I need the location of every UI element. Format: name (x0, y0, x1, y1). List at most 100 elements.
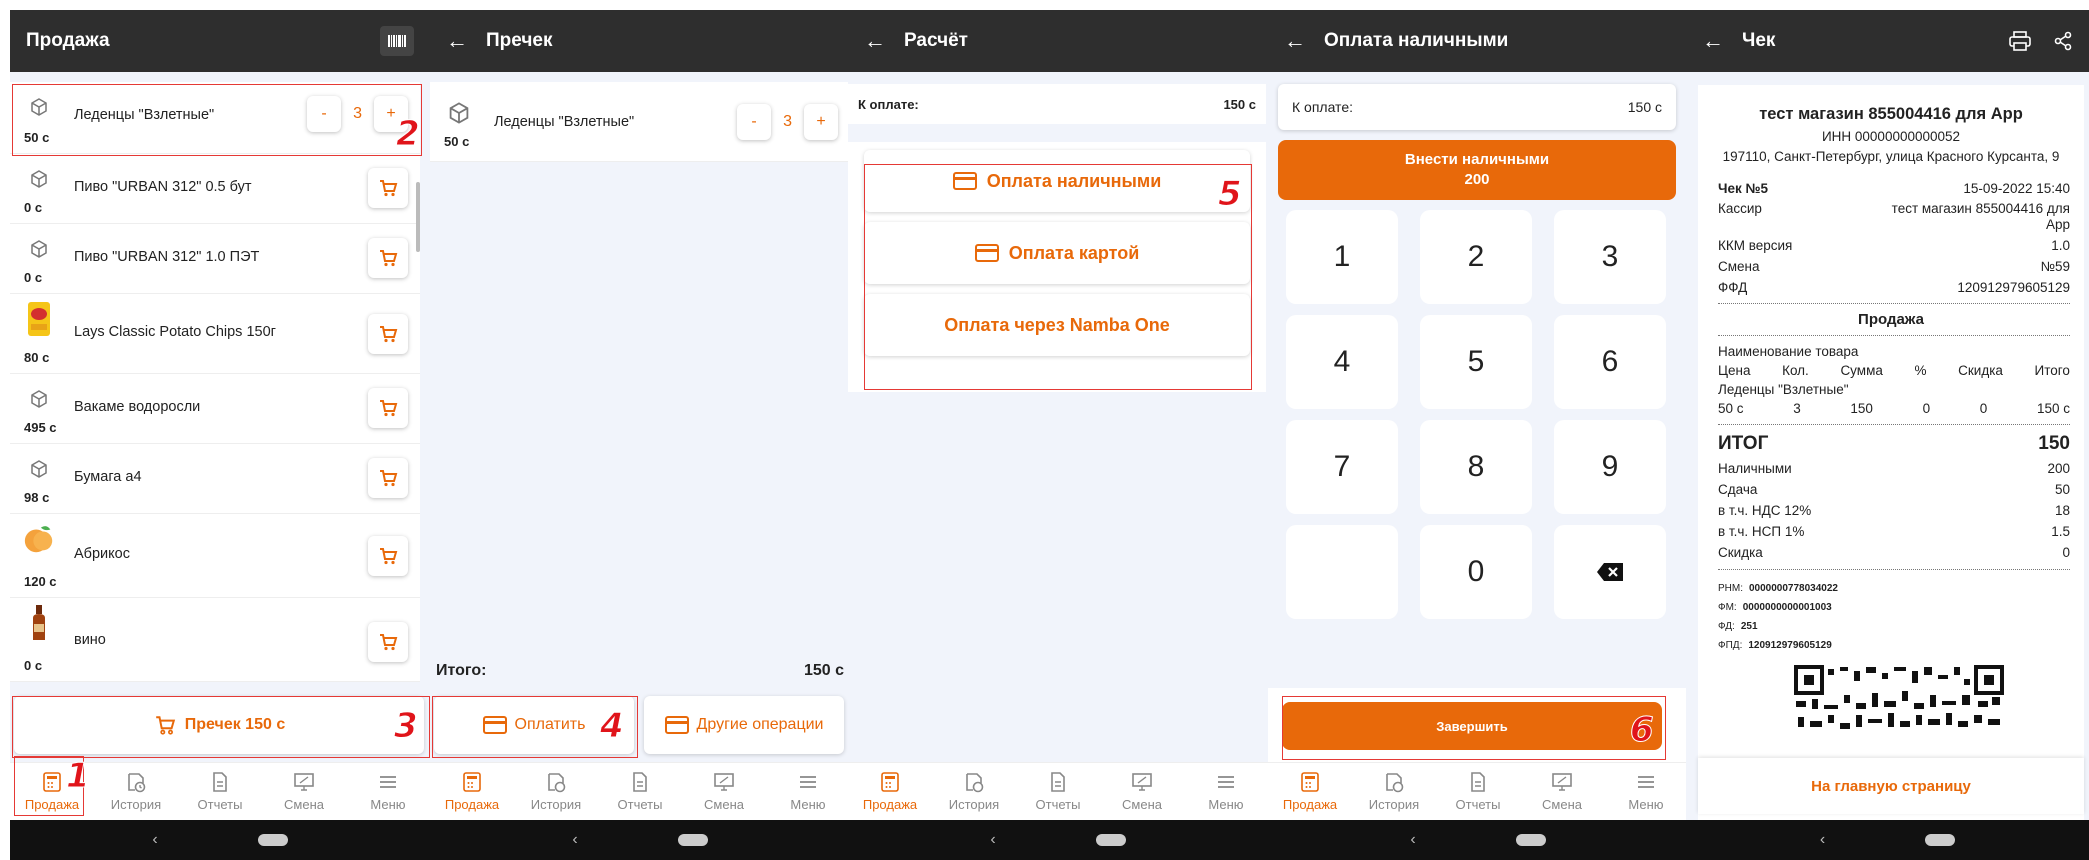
finish-button[interactable]: Завершить (1282, 702, 1662, 750)
screen-cash-payment: ← Оплата наличными К оплате: 150 с Внест… (1268, 10, 1688, 860)
key-4[interactable]: 4 (1286, 315, 1398, 409)
scrollbar[interactable] (416, 182, 420, 252)
cart-icon (380, 470, 398, 487)
key-1[interactable]: 1 (1286, 210, 1398, 304)
system-back-icon[interactable]: ‹ (990, 831, 995, 849)
product-price: 50 с (444, 134, 470, 149)
system-back-icon[interactable]: ‹ (152, 831, 157, 849)
back-arrow-icon[interactable]: ← (1702, 28, 1742, 54)
divider (1718, 335, 2070, 336)
deposit-cash-button[interactable]: Внести наличными 200 (1278, 140, 1676, 200)
product-name: Бумага а4 (74, 469, 142, 485)
credit-card-icon (952, 172, 977, 190)
system-back-icon[interactable]: ‹ (1820, 831, 1825, 849)
add-to-cart-button[interactable] (368, 388, 408, 428)
system-home-icon[interactable] (1925, 834, 1956, 846)
tab-label: Смена (1122, 797, 1162, 812)
decrement-button[interactable]: - (307, 96, 342, 132)
ffd-row: ФФД 120912979605129 (1718, 280, 2070, 295)
key-0[interactable]: 0 (1420, 525, 1532, 619)
back-arrow-icon[interactable]: ← (1284, 28, 1324, 54)
key-2[interactable]: 2 (1420, 210, 1532, 304)
system-back-icon[interactable]: ‹ (1410, 831, 1415, 849)
home-page-button[interactable]: На главную страницу (1698, 758, 2084, 814)
tab-sale[interactable]: Продажа (430, 763, 514, 820)
other-operations-button[interactable]: Другие операции (644, 696, 844, 754)
tab-shift[interactable]: Смена (262, 763, 346, 820)
tab-sale[interactable]: Продажа (1268, 763, 1352, 820)
namba-payment-button[interactable]: Оплата через Namba One (864, 294, 1250, 356)
add-to-cart-button[interactable] (368, 314, 408, 354)
add-to-cart-button[interactable] (368, 168, 408, 208)
tab-sale[interactable]: Продажа (848, 763, 932, 820)
tab-label: Продажа (444, 797, 500, 812)
tab-reports[interactable]: Отчеты (178, 763, 262, 820)
goods-item-name: Леденцы "Взлетные" (1718, 382, 1849, 397)
card-payment-button[interactable]: Оплата картой (864, 222, 1250, 284)
tab-reports[interactable]: Отчеты (1016, 763, 1100, 820)
back-arrow-icon[interactable]: ← (446, 28, 486, 54)
tab-shift[interactable]: Смена (682, 763, 766, 820)
list-item[interactable]: 50 с Леденцы "Взлетные" - 3 + (430, 82, 850, 162)
increment-button[interactable]: + (804, 104, 838, 140)
system-home-icon[interactable] (257, 834, 288, 846)
product-name: Lays Classic Potato Chips 150г (74, 324, 276, 340)
list-item[interactable]: 120 с Абрикос (10, 514, 420, 598)
list-item[interactable]: 0 с Пиво "URBAN 312" 1.0 ПЭТ (10, 224, 420, 294)
barcode-icon[interactable] (380, 26, 414, 56)
divider (1718, 303, 2070, 304)
key-7[interactable]: 7 (1286, 420, 1398, 514)
print-icon[interactable] (2009, 31, 2031, 51)
backspace-key[interactable] (1554, 525, 1666, 619)
shift-row: Смена №59 (1718, 259, 2070, 274)
key-3[interactable]: 3 (1554, 210, 1666, 304)
apricot-image (22, 522, 56, 556)
cash-payment-button[interactable]: Оплата наличными (864, 150, 1250, 212)
back-arrow-icon[interactable]: ← (864, 28, 904, 54)
system-back-icon[interactable]: ‹ (572, 831, 577, 849)
tab-shift[interactable]: Смена (1100, 763, 1184, 820)
precheck-button[interactable]: Пречек 150 с (14, 696, 424, 754)
box-icon (22, 232, 56, 266)
list-item[interactable]: 98 с Бумага а4 (10, 444, 420, 514)
tab-history[interactable]: История (932, 763, 1016, 820)
box-icon (22, 162, 56, 196)
tab-menu[interactable]: Меню (1184, 763, 1268, 820)
key-5[interactable]: 5 (1420, 315, 1532, 409)
list-item[interactable]: 495 с Вакаме водоросли (10, 374, 420, 444)
tab-shift[interactable]: Смена (1520, 763, 1604, 820)
system-home-icon[interactable] (677, 834, 708, 846)
key-9[interactable]: 9 (1554, 420, 1666, 514)
list-item[interactable]: 0 с вино (10, 598, 420, 682)
box-icon (22, 382, 56, 416)
fiscal-row: РНМ: 0000000778034022 (1718, 583, 1838, 594)
tab-menu[interactable]: Меню (346, 763, 430, 820)
tab-menu[interactable]: Меню (766, 763, 850, 820)
decrement-button[interactable]: - (737, 104, 772, 140)
box-icon (22, 90, 56, 124)
key-6[interactable]: 6 (1554, 315, 1666, 409)
add-to-cart-button[interactable] (368, 458, 408, 498)
list-item[interactable]: 0 с Пиво "URBAN 312" 0.5 бут (10, 154, 420, 224)
system-home-icon[interactable] (1095, 834, 1126, 846)
system-home-icon[interactable] (1515, 834, 1546, 846)
add-to-cart-button[interactable] (368, 536, 408, 576)
tab-history[interactable]: История (1352, 763, 1436, 820)
tab-menu[interactable]: Меню (1604, 763, 1688, 820)
cart-icon (380, 400, 398, 417)
share-icon[interactable] (2053, 31, 2073, 51)
list-item[interactable]: 80 с Lays Classic Potato Chips 150г (10, 294, 420, 374)
tab-history[interactable]: История (94, 763, 178, 820)
store-name: тест магазин 855004416 для App (1759, 105, 2023, 123)
key-8[interactable]: 8 (1420, 420, 1532, 514)
tab-reports[interactable]: Отчеты (1436, 763, 1520, 820)
add-to-cart-button[interactable] (368, 238, 408, 278)
hamburger-icon (1638, 776, 1654, 788)
tab-history[interactable]: История (514, 763, 598, 820)
goods-header: Наименование товара (1718, 344, 1859, 359)
list-item[interactable]: 50 с Леденцы "Взлетные" - 3 + (10, 82, 420, 154)
box-icon (22, 452, 56, 486)
bottom-nav: Продажа История Отчеты Смена Меню (1268, 762, 1688, 820)
add-to-cart-button[interactable] (368, 622, 408, 662)
tab-reports[interactable]: Отчеты (598, 763, 682, 820)
